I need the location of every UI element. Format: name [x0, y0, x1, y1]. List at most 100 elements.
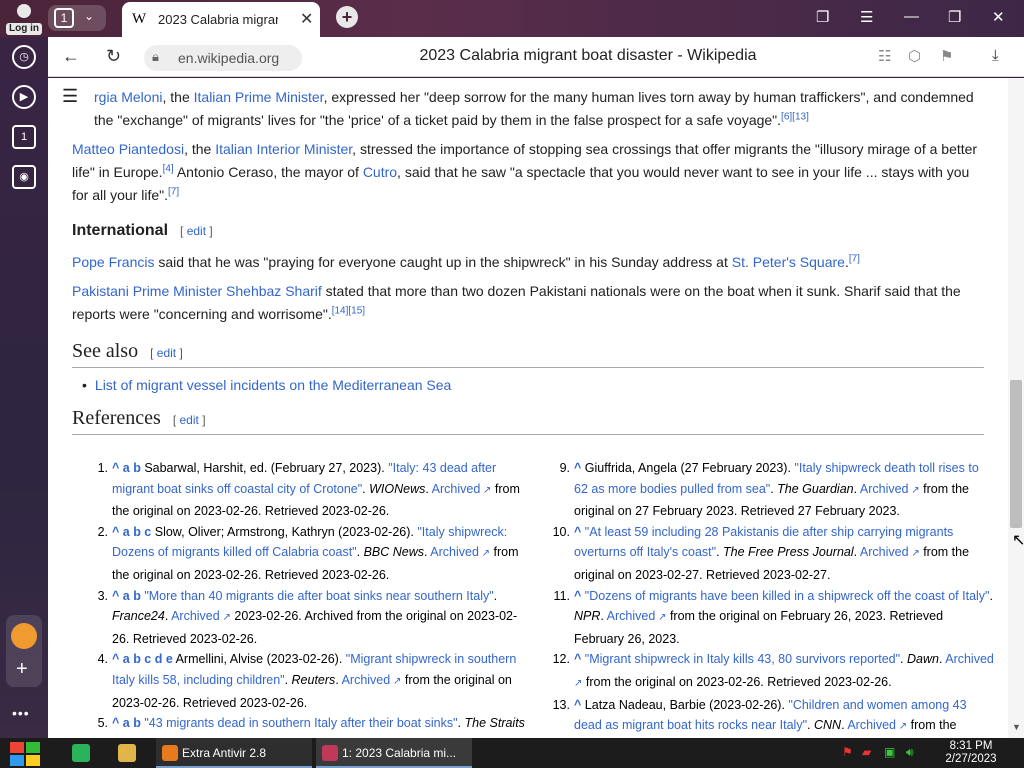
reload-icon[interactable]: ↻: [106, 46, 121, 67]
external-link-icon: ↗: [908, 484, 920, 496]
citation[interactable]: [7]: [849, 253, 860, 264]
backlink-carets[interactable]: ^ a b: [112, 716, 141, 730]
edit-link[interactable]: edit: [180, 413, 199, 427]
link-cutro[interactable]: Cutro: [363, 164, 397, 180]
download-icon[interactable]: ⤓: [992, 47, 999, 64]
system-clock[interactable]: 8:31 PM 2/27/2023: [936, 740, 1006, 766]
flag-icon[interactable]: ⚑: [842, 745, 853, 759]
taskbar-app-label: Extra Antivir 2.8: [182, 746, 267, 760]
tab-count: 1: [54, 8, 74, 28]
external-link-icon: ↗: [219, 612, 231, 624]
reference-separator: .: [284, 672, 292, 687]
start-button[interactable]: [10, 740, 42, 766]
citation[interactable]: [14][15]: [332, 305, 365, 316]
archived-link[interactable]: Archived: [847, 718, 896, 732]
reference-separator: .: [457, 716, 465, 731]
volume-icon[interactable]: 🔊︎: [906, 745, 914, 760]
archived-link[interactable]: Archived: [860, 545, 909, 559]
url-domain: en.wikipedia.org: [178, 50, 280, 66]
more-icon[interactable]: •••: [12, 705, 30, 721]
login-button[interactable]: Log in: [6, 2, 42, 35]
link-pope-francis[interactable]: Pope Francis: [72, 254, 154, 270]
scroll-down-icon[interactable]: ▼: [1012, 722, 1021, 732]
reference-title-link[interactable]: "43 migrants dead in southern Italy afte…: [144, 716, 457, 730]
new-tab-button[interactable]: +: [336, 6, 358, 28]
url-field[interactable]: 🔒︎ en.wikipedia.org: [144, 45, 302, 71]
chat-app-icon[interactable]: [72, 744, 90, 762]
reference-item: 11. ^ "Dozens of migrants have been kille…: [554, 586, 994, 650]
edit-link[interactable]: edit: [157, 346, 176, 360]
link-shehbaz-sharif[interactable]: Pakistani Prime Minister Shehbaz Sharif: [72, 283, 322, 299]
archived-link[interactable]: Archived: [432, 482, 481, 496]
link-migrant-vessel-incidents[interactable]: List of migrant vessel incidents on the …: [95, 377, 451, 393]
reader-mode-icon[interactable]: ☷: [878, 47, 891, 65]
extensions-icon[interactable]: ⬡: [908, 47, 921, 65]
archived-link[interactable]: Archived: [430, 545, 479, 559]
reference-source: CNN: [813, 718, 842, 733]
text: Antonio Ceraso, the mayor of: [173, 164, 363, 180]
link-meloni[interactable]: rgia Meloni: [94, 89, 162, 105]
reference-item: 1. ^ a b Sabarwal, Harshit, ed. (February…: [96, 458, 532, 522]
text: , the: [162, 89, 194, 105]
play-icon[interactable]: ▶: [12, 85, 36, 109]
link-italian-prime-minister[interactable]: Italian Prime Minister: [194, 89, 324, 105]
file-explorer-icon[interactable]: [118, 744, 136, 762]
reference-title-link[interactable]: "Migrant shipwreck in Italy kills 43, 80…: [585, 652, 900, 666]
bookmarks-icon[interactable]: ❐: [816, 8, 829, 26]
reference-authors: Armellini, Alvise (2023-02-26).: [172, 652, 346, 667]
external-link-icon: ↗: [480, 484, 492, 496]
reference-number: 9.: [559, 461, 570, 475]
references-list: 1. ^ a b Sabarwal, Harshit, ed. (February…: [72, 458, 994, 738]
backlink-carets[interactable]: ^ a b c: [112, 525, 151, 539]
close-window-icon[interactable]: ✕: [992, 8, 1005, 26]
archived-link[interactable]: Archived: [945, 652, 994, 666]
tab-switcher[interactable]: 1 ⌄: [48, 5, 106, 31]
scrollbar-thumb[interactable]: [1010, 380, 1022, 528]
edit-link[interactable]: edit: [187, 224, 206, 238]
citation[interactable]: [7]: [168, 186, 179, 197]
reference-number: 5.: [97, 716, 108, 731]
active-tab[interactable]: W 2023 Calabria migrant boat disaster - …: [122, 2, 320, 37]
minimize-icon[interactable]: —: [904, 8, 919, 25]
article-body: rgia Meloni, the Italian Prime Minister,…: [72, 78, 984, 441]
reference-authors: Sabarwal, Harshit, ed. (February 27, 202…: [140, 461, 389, 475]
taskbar-app-antivir[interactable]: Extra Antivir 2.8: [156, 738, 312, 768]
link-italian-interior-minister[interactable]: Italian Interior Minister: [215, 141, 352, 157]
archived-link[interactable]: Archived: [342, 673, 391, 687]
back-icon[interactable]: ←: [62, 46, 80, 67]
app-icon[interactable]: [11, 623, 37, 649]
citation[interactable]: [4]: [163, 163, 174, 174]
scrollbar[interactable]: ▼: [1008, 78, 1024, 738]
close-tab-icon[interactable]: ✕: [300, 9, 313, 29]
wikipedia-icon: W: [132, 11, 147, 27]
backlink-carets[interactable]: ^ a b c d e: [112, 652, 173, 666]
taskbar: Extra Antivir 2.8 1: 2023 Calabria mi...…: [0, 738, 1024, 768]
archived-link[interactable]: Archived: [607, 609, 656, 623]
reference-title-link[interactable]: "More than 40 migrants die after boat si…: [144, 589, 493, 603]
citation[interactable]: [6][13]: [781, 111, 809, 122]
network-icon[interactable]: ▣: [884, 745, 895, 759]
heading-references: References [ edit ]: [72, 407, 984, 435]
archived-link[interactable]: Archived: [860, 482, 909, 496]
edit-section: [ edit ]: [150, 346, 183, 360]
reference-item: 13. ^ Latza Nadeau, Barbie (2023-02-26). …: [553, 695, 994, 738]
heading-text: See also: [72, 340, 139, 362]
security-icon[interactable]: ▰: [862, 745, 871, 759]
restore-icon[interactable]: ❐: [948, 8, 961, 26]
reference-separator: .: [807, 718, 814, 733]
menu-icon[interactable]: ☰: [860, 8, 873, 26]
link-piantedosi[interactable]: Matteo Piantedosi: [72, 141, 184, 157]
mouse-cursor-icon: ↖: [1012, 532, 1024, 549]
taskbar-app-browser[interactable]: 1: 2023 Calabria mi...: [316, 738, 472, 768]
backlink-carets[interactable]: ^ a b: [112, 589, 141, 603]
add-icon[interactable]: +: [16, 659, 28, 679]
link-st-peters-square[interactable]: St. Peter's Square: [732, 254, 845, 270]
archived-link[interactable]: Archived: [171, 609, 220, 623]
bookmark-icon[interactable]: ⚑: [940, 47, 953, 65]
history-icon[interactable]: ◷: [12, 45, 36, 69]
reference-number: 12.: [552, 652, 570, 667]
screenshot-icon[interactable]: ◉: [12, 165, 36, 189]
reference-title-link[interactable]: "Dozens of migrants have been killed in …: [585, 589, 990, 603]
tabs-count-icon[interactable]: 1: [12, 125, 36, 149]
backlink-carets[interactable]: ^ a b: [112, 461, 141, 475]
